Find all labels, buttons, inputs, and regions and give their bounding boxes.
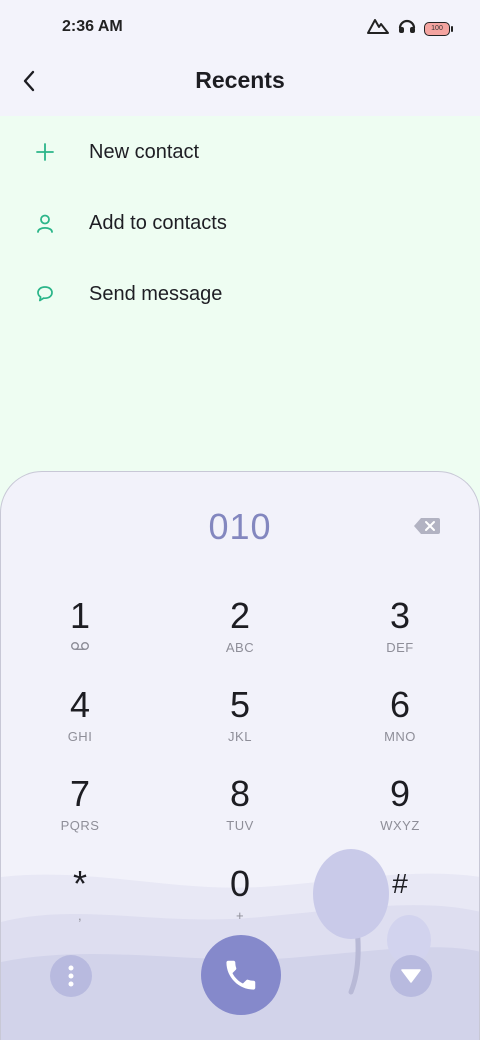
key-digit: 9 xyxy=(389,773,411,814)
hide-dialpad-button[interactable] xyxy=(390,955,432,997)
key-digit: 0 xyxy=(229,863,251,904)
key-letters: TUV xyxy=(226,818,254,833)
key-digit: 7 xyxy=(69,773,91,814)
message-bubble-icon xyxy=(33,282,57,306)
top-app-bar: Recents xyxy=(0,56,480,116)
plus-icon xyxy=(33,140,57,164)
key-9[interactable]: 9 WXYZ xyxy=(345,774,455,854)
person-icon xyxy=(33,211,57,235)
status-icons: 100 xyxy=(366,17,453,40)
key-letters: JKL xyxy=(228,729,252,744)
key-letters: WXYZ xyxy=(380,818,420,833)
backspace-icon xyxy=(414,518,440,534)
suggested-actions: New contact Add to contacts Send message xyxy=(0,116,480,516)
add-to-contacts-label: Add to contacts xyxy=(89,211,227,234)
key-letters: MNO xyxy=(384,729,416,744)
status-bar: 2:36 AM 100 xyxy=(0,0,480,56)
more-vert-icon xyxy=(68,965,74,987)
new-contact-label: New contact xyxy=(89,140,200,163)
key-digit: 3 xyxy=(389,595,411,636)
key-1[interactable]: 1 xyxy=(25,596,135,676)
dialpad-panel: 010 1 2 ABC 3 DEF 4 GHI 5 JKL 6 MNO 7 PQ… xyxy=(0,471,480,1040)
key-digit: * xyxy=(72,863,87,904)
key-digit: 8 xyxy=(229,773,251,814)
key-digit: # xyxy=(392,868,408,899)
send-message-item[interactable]: Send message xyxy=(0,262,480,326)
key-letters: , xyxy=(77,908,83,923)
key-5[interactable]: 5 JKL xyxy=(185,685,295,765)
key-4[interactable]: 4 GHI xyxy=(25,685,135,765)
key-7[interactable]: 7 PQRS xyxy=(25,774,135,854)
new-contact-item[interactable]: New contact xyxy=(0,120,480,184)
more-options-button[interactable] xyxy=(50,955,92,997)
add-to-contacts-item[interactable]: Add to contacts xyxy=(0,191,480,255)
send-message-label: Send message xyxy=(89,282,223,305)
key-digit: 5 xyxy=(229,684,251,725)
key-hash[interactable]: # xyxy=(345,864,455,944)
key-digit: 4 xyxy=(69,684,91,725)
key-digit: 2 xyxy=(229,595,251,636)
key-letters: ABC xyxy=(225,640,255,655)
key-3[interactable]: 3 DEF xyxy=(345,596,455,676)
key-2[interactable]: 2 ABC xyxy=(185,596,295,676)
key-letters: PQRS xyxy=(60,818,100,833)
key-letters: GHI xyxy=(67,729,93,744)
key-6[interactable]: 6 MNO xyxy=(345,685,455,765)
signal-icon xyxy=(366,17,390,40)
key-star[interactable]: * , xyxy=(25,864,135,944)
dialed-number: 010 xyxy=(208,506,272,547)
battery-icon: 100 xyxy=(424,21,453,36)
triangle-down-icon xyxy=(401,969,421,983)
page-title: Recents xyxy=(195,67,285,93)
key-digit: 1 xyxy=(69,595,91,636)
voicemail-icon xyxy=(25,640,135,656)
key-8[interactable]: 8 TUV xyxy=(185,774,295,854)
backspace-button[interactable] xyxy=(413,516,441,536)
status-time: 2:36 AM xyxy=(62,18,123,35)
call-button[interactable] xyxy=(201,935,281,1015)
headset-icon xyxy=(397,17,417,40)
key-letters: DEF xyxy=(386,640,414,655)
key-0[interactable]: 0 + xyxy=(185,864,295,944)
key-digit: 6 xyxy=(389,684,411,725)
key-letters: + xyxy=(235,908,245,923)
phone-icon xyxy=(226,960,256,990)
